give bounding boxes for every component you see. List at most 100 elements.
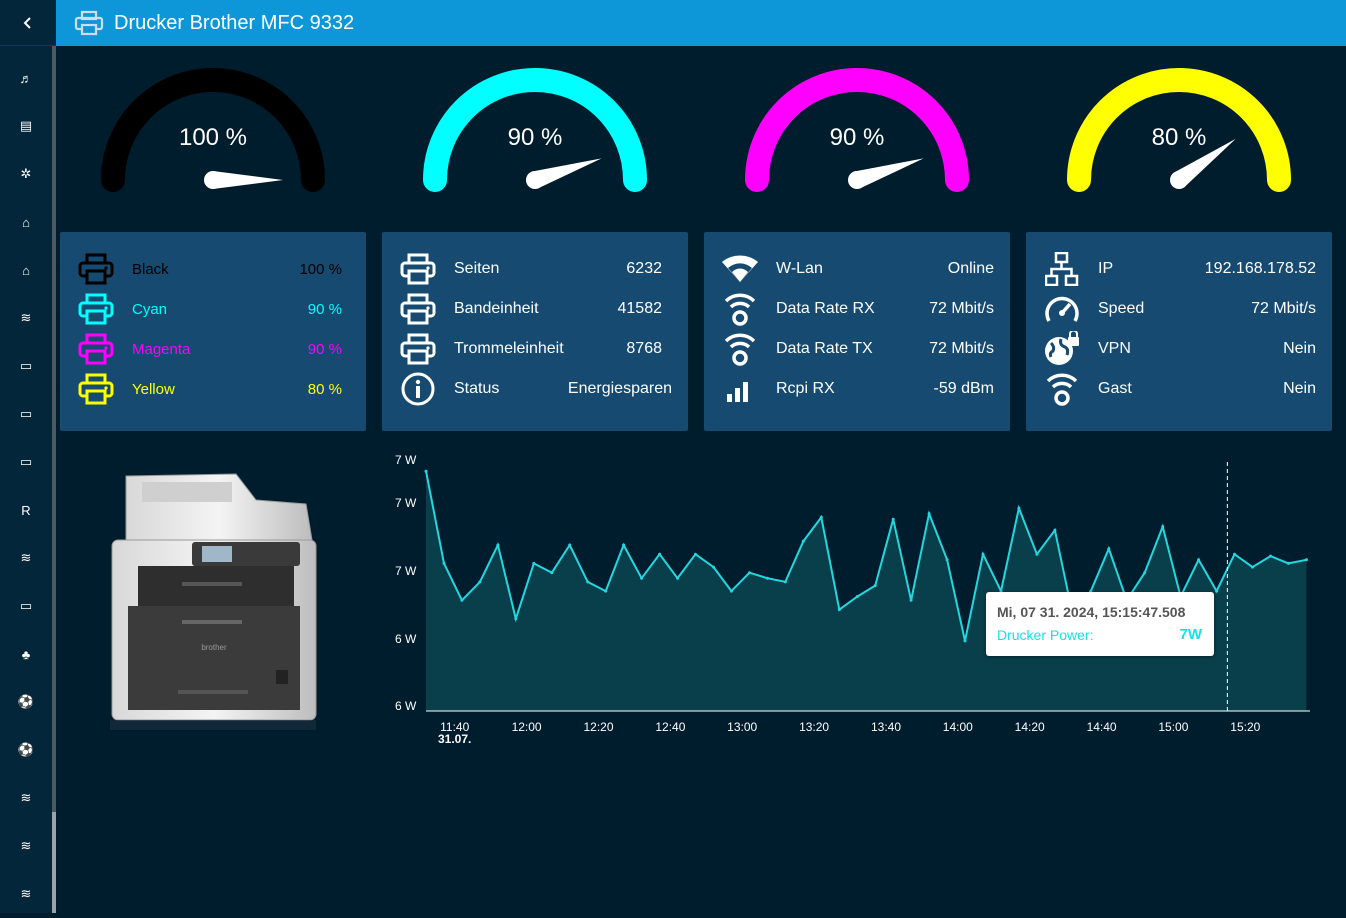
sidebar-item-17[interactable]: ≋ [0,822,52,870]
counters-value: Energiesparen [567,380,672,397]
counters-label: Trommeleinheit [454,340,564,357]
sidebar-item-6[interactable]: ≋ [0,294,52,342]
data-point[interactable] [424,469,428,473]
data-point[interactable] [1035,552,1039,556]
data-point[interactable] [1197,558,1201,562]
data-point[interactable] [1233,552,1236,556]
data-point[interactable] [442,561,446,565]
data-point[interactable] [1269,554,1272,558]
data-point[interactable] [1107,547,1111,551]
page-title: Drucker Brother MFC 9332 [114,11,355,34]
device-icon-8: ≋ [20,838,32,853]
data-point[interactable] [1215,589,1219,593]
data-point[interactable] [676,576,679,580]
data-point[interactable] [604,589,608,593]
sidebar-scroll-thumb[interactable] [52,812,56,913]
counters-row-1: Seiten 6232 [382,249,688,289]
back-button[interactable] [0,0,56,46]
sidebar-item-8[interactable]: ▭ [0,390,52,438]
toner-row-4: Yellow 80 % [60,369,366,409]
data-point[interactable] [909,598,913,602]
sidebar-item-13[interactable]: ♣ [0,630,52,678]
toner-label: Magenta [132,340,191,358]
data-point[interactable] [855,595,859,599]
music-icon: ♬ [19,70,33,86]
data-point[interactable] [765,576,769,580]
data-point[interactable] [1017,506,1021,510]
data-point[interactable] [460,598,464,602]
data-point[interactable] [694,552,697,556]
data-point[interactable] [801,539,805,543]
ball-icon-2: ⚽ [17,742,35,757]
data-point[interactable] [945,558,949,562]
robot-vacuum-icon: ✲ [20,166,32,181]
sidebar-item-18[interactable]: ≋ [0,870,52,918]
printer-icon [76,289,116,329]
data-point[interactable] [658,552,662,556]
sidebar-item-11[interactable]: ≋ [0,534,52,582]
gauge-needle-hub [204,171,222,189]
sidebar-item-4[interactable]: ⌂ [0,198,52,246]
data-point[interactable] [1053,528,1057,532]
data-point[interactable] [622,543,626,547]
data-point[interactable] [532,561,536,565]
data-point[interactable] [981,552,985,556]
signal-bars-icon [720,369,760,409]
globe-lock-icon [1042,329,1082,369]
x-tick-label: 14:40 [1087,720,1117,734]
data-point[interactable] [478,580,482,584]
data-point[interactable] [550,571,554,575]
sidebar-scrollbar[interactable] [52,46,56,913]
data-point[interactable] [747,571,751,575]
data-point[interactable] [783,580,787,584]
toner-value: 90 % [307,300,342,318]
data-point[interactable] [568,543,572,547]
sidebar-item-15[interactable]: ⚽ [0,726,52,774]
data-point[interactable] [837,608,841,612]
network-label: VPN [1098,340,1131,357]
sidebar-item-3[interactable]: ✲ [0,150,52,198]
sidebar-item-14[interactable]: ⚽ [0,678,52,726]
device-icon-3: ▭ [19,406,33,421]
data-point[interactable] [1304,558,1308,562]
data-point[interactable] [640,576,644,580]
wifi-label: Data Rate RX [776,300,875,317]
counters-row-2: Bandeinheit 41582 [382,289,688,329]
wifi-row-2: Data Rate RX 72 Mbit/s [704,289,1010,329]
sidebar-item-9[interactable]: ▭ [0,438,52,486]
data-point[interactable] [1161,525,1165,529]
printer-icon [76,329,116,369]
sidebar-item-5[interactable]: ⌂ [0,246,52,294]
data-point[interactable] [1286,561,1290,565]
svg-text:brother: brother [201,643,227,652]
data-point[interactable] [586,580,590,584]
gauge-value: 100 % [178,124,248,151]
data-point[interactable] [1251,565,1254,569]
gauge-needle-hub [526,171,544,189]
printer-icon [398,249,438,289]
data-point[interactable] [1143,571,1147,575]
data-point[interactable] [729,589,733,593]
data-point[interactable] [819,515,823,519]
data-point[interactable] [873,584,877,588]
data-point[interactable] [891,517,895,521]
sidebar-item-2[interactable]: ▤ [0,102,52,150]
sidebar-item-1[interactable]: ♬ [0,54,52,102]
wifi-card: W-Lan Online Data Rate RX 72 Mbit/s Data Rat… [704,232,1010,431]
sidebar-item-7[interactable]: ▭ [0,342,52,390]
sidebar-item-10[interactable]: R [0,486,52,534]
sidebar-item-12[interactable]: ▭ [0,582,52,630]
network-value: Nein [1283,380,1316,397]
sidebar-item-16[interactable]: ≋ [0,774,52,822]
network-label: Gast [1098,380,1132,397]
gauge-needle [213,171,283,189]
wifi-rx-icon [720,289,760,329]
data-point[interactable] [927,512,931,516]
data-point[interactable] [514,617,518,621]
data-point[interactable] [963,639,967,643]
data-point[interactable] [496,543,500,547]
device-icon-9: ≋ [20,886,32,901]
toner-label: Yellow [132,380,175,398]
data-point[interactable] [712,565,715,569]
network-value: 72 Mbit/s [1251,300,1316,317]
